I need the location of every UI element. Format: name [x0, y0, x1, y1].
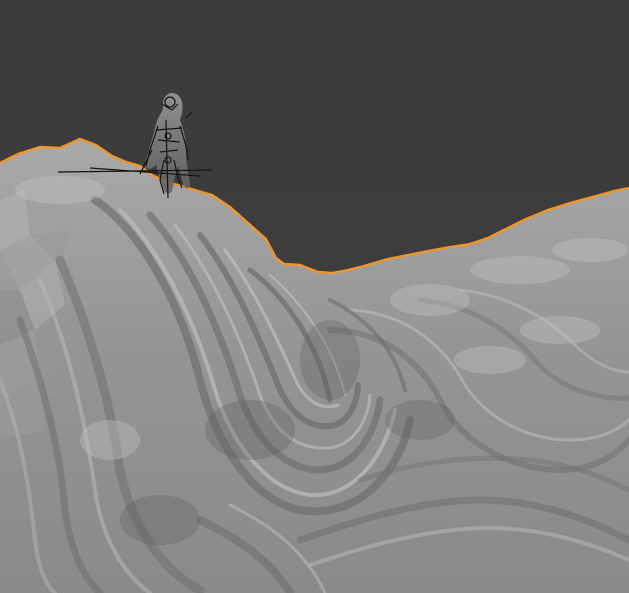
viewport-canvas[interactable]: [0, 0, 629, 593]
3d-viewport[interactable]: [0, 0, 629, 593]
